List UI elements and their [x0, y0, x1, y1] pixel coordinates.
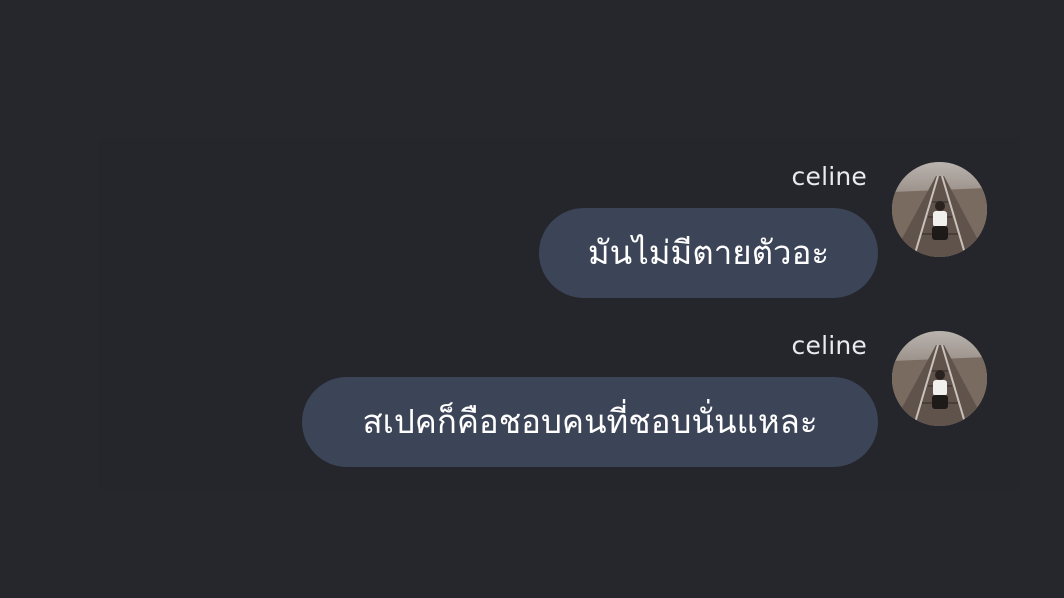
message-bubble[interactable]: มันไม่มีตายตัวอะ [539, 208, 878, 298]
avatar[interactable] [892, 162, 987, 257]
avatar[interactable] [892, 331, 987, 426]
chat-screen: celine มันไม่มีตายตัวอะ celine สเปคก็คือ… [0, 0, 1064, 598]
sender-name: celine [791, 331, 867, 360]
user-photo-avatar-icon [892, 331, 987, 426]
user-photo-avatar-icon [892, 162, 987, 257]
message-bubble[interactable]: สเปคก็คือชอบคนที่ชอบนั่นแหละ [302, 377, 878, 467]
sender-name: celine [791, 162, 867, 191]
